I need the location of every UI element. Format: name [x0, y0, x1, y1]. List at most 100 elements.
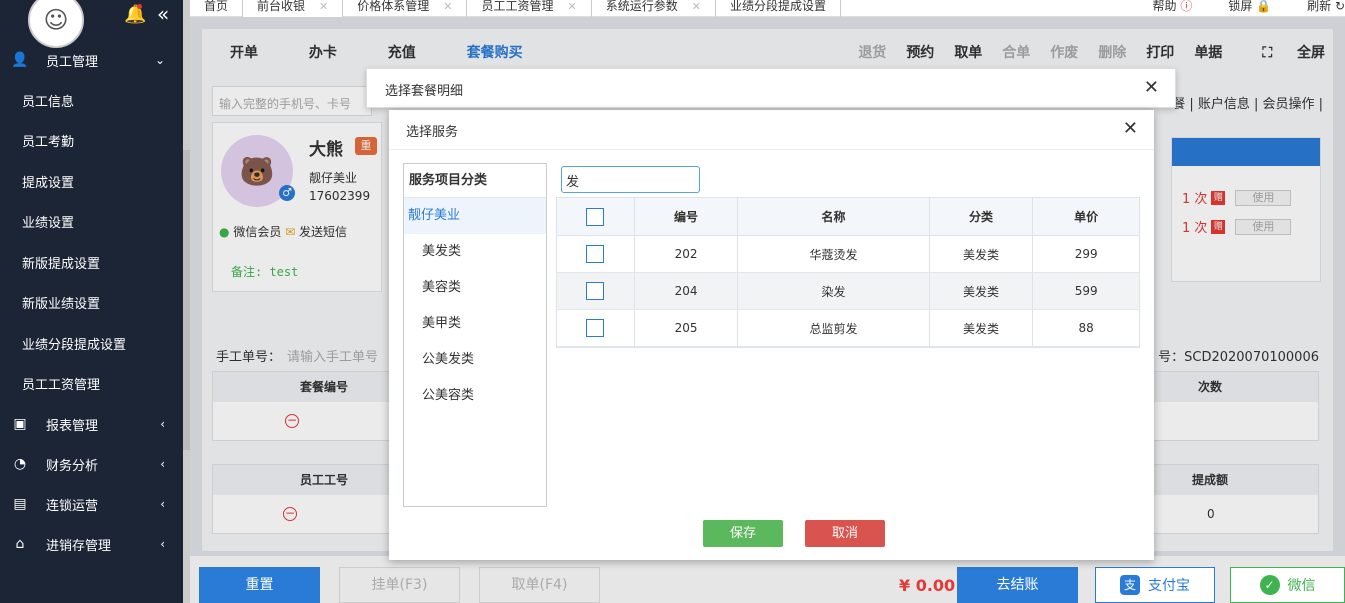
- sidebar-item-segment-commission[interactable]: 业绩分段提成设置: [0, 323, 183, 364]
- cell-name: 华蔻烫发: [738, 236, 930, 272]
- tab-segment[interactable]: 业绩分段提成设置: [716, 0, 841, 17]
- collapse-sidebar-icon[interactable]: «: [157, 2, 169, 26]
- select-all-cell: [557, 198, 635, 235]
- sidebar-item-salary[interactable]: 员工工资管理: [0, 364, 183, 405]
- checkout-button[interactable]: 去结账: [957, 567, 1078, 603]
- chevron-left-icon: ‹: [160, 497, 165, 511]
- chevron-left-icon: ‹: [160, 457, 165, 471]
- category-item[interactable]: 靓仔美业: [404, 198, 546, 234]
- chevron-left-icon: ‹: [160, 417, 165, 431]
- table-row[interactable]: 202 华蔻烫发 美发类 299: [557, 236, 1139, 273]
- close-icon[interactable]: ✕: [443, 0, 452, 13]
- nav-group-reports[interactable]: ▣ 报表管理 ‹: [0, 404, 183, 444]
- sidebar: ☺ 🔔 « 👤 员工管理 ⌄ 员工信息 员工考勤 提成设置 业绩设置 新版提成设…: [0, 0, 183, 603]
- help-label: 帮助: [1152, 0, 1177, 13]
- tab-system[interactable]: 系统运行参数 ✕: [592, 0, 716, 17]
- category-item[interactable]: 公美容类: [404, 378, 546, 414]
- sidebar-header: ☺ 🔔 «: [0, 0, 183, 48]
- row-checkbox-cell: [557, 310, 635, 346]
- sidebar-item-staff-info[interactable]: 员工信息: [0, 80, 183, 121]
- monitor-icon: ▣: [13, 416, 27, 432]
- cell-category: 美发类: [930, 236, 1034, 272]
- bell-icon[interactable]: 🔔: [124, 4, 146, 25]
- cell-name: 染发: [738, 273, 930, 309]
- tab-pos[interactable]: 前台收银 ✕: [243, 0, 344, 17]
- row-checkbox-cell: [557, 273, 635, 309]
- cell-no: 202: [635, 236, 739, 272]
- select-all-checkbox[interactable]: [586, 207, 605, 226]
- alipay-button[interactable]: 支 支付宝: [1095, 567, 1215, 603]
- cell-price: 88: [1078, 321, 1094, 335]
- nav-group-inventory[interactable]: ⌂ 进销存管理 ‹: [0, 524, 183, 564]
- close-icon[interactable]: ✕: [692, 0, 701, 13]
- sidebar-item-performance[interactable]: 业绩设置: [0, 202, 183, 243]
- sidebar-item-commission[interactable]: 提成设置: [0, 161, 183, 202]
- table-row[interactable]: 205 总监剪发 美发类 88: [557, 310, 1139, 347]
- nav-group-finance[interactable]: ◔ 财务分析 ‹: [0, 444, 183, 484]
- chevron-left-icon: ‹: [160, 537, 165, 551]
- table-row[interactable]: 204 染发 美发类 599: [557, 273, 1139, 310]
- category-panel: 服务项目分类 靓仔美业 美发类 美容类 美甲类 公美发类 公美容类: [403, 163, 547, 507]
- service-search-input[interactable]: 发: [561, 166, 700, 193]
- tab-salary[interactable]: 员工工资管理 ✕: [467, 0, 592, 17]
- hang-order-button[interactable]: 挂单(F3): [339, 567, 460, 603]
- close-icon[interactable]: ✕: [568, 0, 577, 13]
- column-header: 单价: [1074, 210, 1099, 224]
- nav-group-label: 进销存管理: [46, 538, 112, 554]
- wechat-pay-button[interactable]: ✓ 微信: [1230, 567, 1345, 603]
- category-item[interactable]: 美发类: [404, 234, 546, 270]
- pie-chart-icon: ◔: [13, 456, 27, 472]
- row-checkbox[interactable]: [586, 245, 605, 263]
- lock-link[interactable]: 锁屏 🔒: [1210, 0, 1271, 17]
- take-order-bottom-button[interactable]: 取单(F4): [479, 567, 600, 603]
- tab-label: 员工工资管理: [481, 0, 554, 13]
- help-link[interactable]: 帮助 ⓘ: [1134, 0, 1192, 17]
- category-item[interactable]: 公美发类: [404, 342, 546, 378]
- tab-price[interactable]: 价格体系管理 ✕: [343, 0, 468, 17]
- row-checkbox[interactable]: [586, 319, 605, 337]
- close-icon[interactable]: ✕: [1123, 118, 1138, 139]
- category-header: 服务项目分类: [404, 164, 546, 198]
- tab-label: 首页: [204, 0, 229, 13]
- save-button[interactable]: 保存: [703, 520, 783, 547]
- tab-bar: 首页 前台收银 ✕ 价格体系管理 ✕ 员工工资管理 ✕ 系统运行参数 ✕ 业绩分段提成设…: [190, 0, 1345, 17]
- sidebar-item-new-commission[interactable]: 新版提成设置: [0, 242, 183, 283]
- row-checkbox[interactable]: [586, 282, 605, 300]
- refresh-link[interactable]: 刷新 ↻: [1289, 0, 1345, 17]
- tab-label: 业绩分段提成设置: [729, 0, 826, 13]
- close-icon[interactable]: ✕: [1144, 77, 1159, 98]
- cell-category: 美发类: [930, 310, 1034, 346]
- tab-label: 前台收银: [257, 0, 306, 13]
- reset-button[interactable]: 重置: [199, 567, 320, 603]
- cell-price: 599: [1074, 284, 1098, 298]
- bottom-bar: 重置 挂单(F3) 取单(F4) ¥ 0.00 去结账 支 支付宝 ✓ 微信: [190, 556, 1345, 603]
- category-item[interactable]: 美容类: [404, 270, 546, 306]
- cell-category: 美发类: [930, 273, 1034, 309]
- row-checkbox-cell: [557, 236, 635, 272]
- notification-dot: [137, 4, 142, 9]
- refresh-label: 刷新: [1307, 0, 1332, 13]
- sidebar-scroll-thumb[interactable]: [183, 150, 190, 450]
- close-icon[interactable]: ✕: [319, 0, 328, 13]
- cancel-button[interactable]: 取消: [805, 520, 885, 547]
- column-header: 名称: [738, 198, 930, 235]
- dialog-header: 选择服务 ✕: [389, 110, 1154, 150]
- column-header: 分类: [930, 198, 1034, 235]
- alipay-label: 支付宝: [1148, 578, 1190, 594]
- service-table: 编号 名称 分类 单价 202 华蔻烫发 美发类 299 204 染发 美发类 …: [556, 197, 1140, 348]
- category-item[interactable]: 美甲类: [404, 306, 546, 342]
- select-service-dialog: 选择服务 ✕ 服务项目分类 靓仔美业 美发类 美容类 美甲类 公美发类 公美容类…: [389, 110, 1154, 560]
- tab-label: 价格体系管理: [357, 0, 430, 13]
- sidebar-item-new-performance[interactable]: 新版业绩设置: [0, 283, 183, 324]
- nav-group-chain[interactable]: ▤ 连锁运营 ‹: [0, 484, 183, 524]
- nav-group-staff[interactable]: 👤 员工管理 ⌄: [0, 40, 183, 80]
- cell-no: 205: [635, 310, 739, 346]
- building-icon: ▤: [13, 496, 27, 512]
- cell-no: 204: [635, 273, 739, 309]
- tab-home[interactable]: 首页: [190, 0, 244, 17]
- home-icon: ⌂: [15, 536, 25, 552]
- nav-group-label: 连锁运营: [46, 498, 99, 514]
- sidebar-item-attendance[interactable]: 员工考勤: [0, 121, 183, 162]
- dialog-title: 选择服务: [406, 125, 459, 140]
- top-right-tools: 帮助 ⓘ 锁屏 🔒 刷新 ↻: [1116, 0, 1345, 17]
